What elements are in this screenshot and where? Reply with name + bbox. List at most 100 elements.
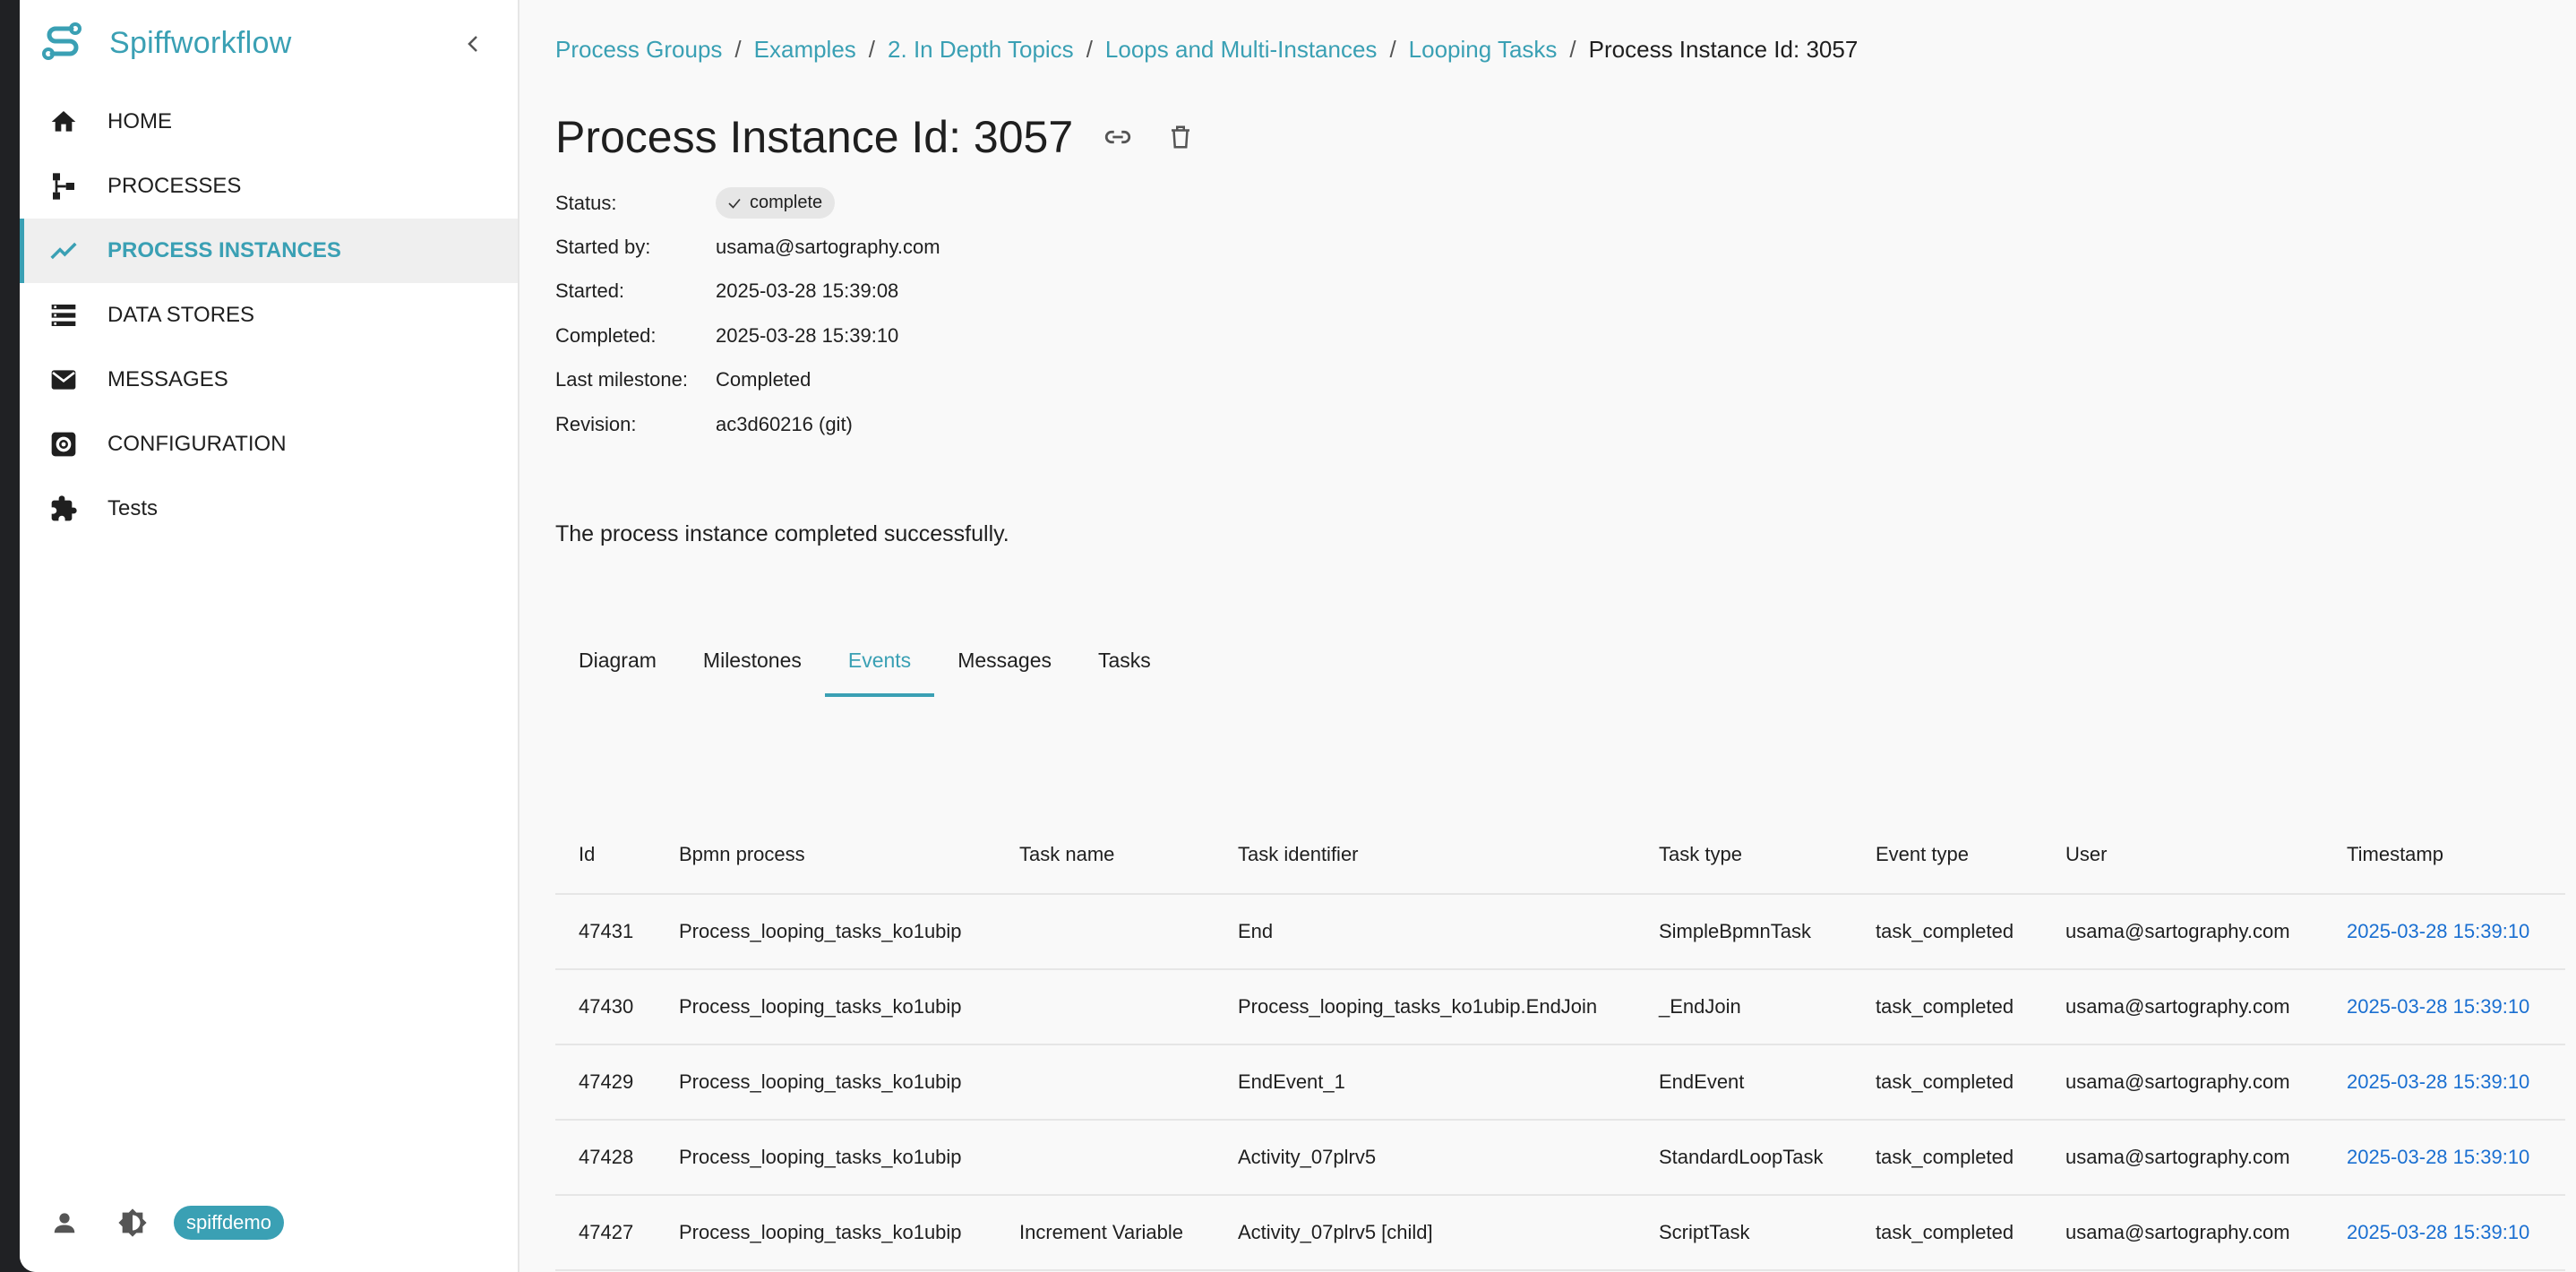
detail-label: Completed:: [555, 323, 657, 347]
tab-milestones[interactable]: Milestones: [680, 629, 825, 697]
spiffworkflow-logo-icon: [42, 22, 82, 60]
puzzle-icon: [48, 494, 79, 524]
table-row[interactable]: 47429 Process_looping_tasks_ko1ubip EndE…: [555, 1044, 2565, 1121]
sidebar-item-label: CONFIGURATION: [107, 432, 287, 456]
breadcrumb-current: Process Instance Id: 3057: [1588, 36, 1859, 63]
detail-label: Started:: [555, 279, 625, 303]
cell-user: usama@sartography.com: [2042, 894, 2323, 970]
cell-task-identifier: Activity_07plrv5 [child]: [1215, 1195, 1636, 1271]
completion-message: The process instance completed successfu…: [555, 521, 1009, 546]
detail-label: Last milestone:: [555, 368, 688, 391]
sidebar-item-tests[interactable]: Tests: [20, 477, 518, 541]
page-title: Process Instance Id: 3057: [555, 112, 1074, 162]
storage-icon: [48, 300, 79, 331]
trash-icon[interactable]: [1163, 119, 1198, 155]
cell-task-type: SimpleBpmnTask: [1636, 894, 1852, 970]
brand[interactable]: Spiffworkflow: [20, 0, 518, 86]
events-table: Id Bpmn process Task name Task identifie…: [555, 815, 2565, 1271]
person-icon[interactable]: [48, 1207, 81, 1239]
cell-user: usama@sartography.com: [2042, 1044, 2323, 1121]
cell-timestamp-link[interactable]: 2025-03-28 15:39:10: [2323, 894, 2565, 970]
table-header-row: Id Bpmn process Task name Task identifie…: [555, 815, 2565, 895]
cell-event-type: task_completed: [1852, 969, 2042, 1045]
cell-id: 47427: [555, 1195, 656, 1271]
cell-timestamp-link[interactable]: 2025-03-28 15:39:10: [2323, 1120, 2565, 1196]
tab-tasks[interactable]: Tasks: [1075, 629, 1174, 697]
cell-user: usama@sartography.com: [2042, 969, 2323, 1045]
home-icon: [48, 107, 79, 137]
collapse-sidebar-button[interactable]: [453, 23, 494, 64]
cell-id: 47431: [555, 894, 656, 970]
main-content: Process Groups / Examples/2. In Depth Topi…: [519, 0, 2576, 1272]
sidebar-item-label: PROCESSES: [107, 174, 242, 198]
sidebar-item-messages[interactable]: MESSAGES: [20, 348, 518, 412]
cell-timestamp-link[interactable]: 2025-03-28 15:39:10: [2323, 1195, 2565, 1271]
user-badge[interactable]: spiffdemo: [174, 1206, 284, 1240]
column-header-timestamp[interactable]: Timestamp: [2323, 815, 2565, 895]
detail-label: Status:: [555, 191, 617, 214]
tab-events[interactable]: Events: [824, 629, 935, 697]
settings-box-icon: [48, 429, 79, 460]
cell-task-type: EndEvent: [1636, 1044, 1852, 1121]
trending-line-icon: [48, 236, 79, 266]
cell-id: 47428: [555, 1120, 656, 1196]
cell-timestamp-link[interactable]: 2025-03-28 15:39:10: [2323, 1044, 2565, 1121]
table-row[interactable]: 47428 Process_looping_tasks_ko1ubip Acti…: [555, 1120, 2565, 1196]
cell-task-name: [996, 1120, 1215, 1196]
check-icon: [726, 195, 743, 211]
status-badge: complete: [716, 187, 836, 219]
status-value: complete: [750, 193, 823, 213]
breadcrumb-link-process-groups[interactable]: Process Groups: [555, 36, 722, 63]
column-header-id[interactable]: Id: [555, 815, 656, 895]
cell-id: 47429: [555, 1044, 656, 1121]
column-header-bpmn-process[interactable]: Bpmn process: [656, 815, 996, 895]
sidebar-item-label: PROCESS INSTANCES: [107, 238, 341, 262]
breadcrumb-link-loops[interactable]: Loops and Multi-Instances: [1105, 36, 1378, 63]
cell-bpmn-process: Process_looping_tasks_ko1ubip: [656, 969, 996, 1045]
table-row[interactable]: 47431 Process_looping_tasks_ko1ubip End …: [555, 894, 2565, 970]
sidebar: Spiffworkflow HOME PROCESSES PROCESS INS…: [20, 0, 519, 1272]
link-icon[interactable]: [1100, 119, 1136, 155]
cell-task-identifier: EndEvent_1: [1215, 1044, 1636, 1121]
tab-diagram[interactable]: Diagram: [555, 629, 680, 697]
sidebar-item-label: DATA STORES: [107, 303, 255, 327]
process-tree-icon: [48, 171, 79, 202]
detail-value: 2025-03-28 15:39:08: [716, 279, 899, 303]
sidebar-item-home[interactable]: HOME: [20, 90, 518, 154]
sidebar-nav: HOME PROCESSES PROCESS INSTANCES DATA ST…: [20, 90, 518, 541]
breadcrumb-link-looping-tasks[interactable]: Looping Tasks: [1409, 36, 1558, 63]
column-header-task-identifier[interactable]: Task identifier: [1215, 815, 1636, 895]
column-header-task-name[interactable]: Task name: [996, 815, 1215, 895]
cell-timestamp-link[interactable]: 2025-03-28 15:39:10: [2323, 969, 2565, 1045]
detail-row-milestone: Last milestone: Completed: [555, 358, 940, 402]
cell-id: 47430: [555, 969, 656, 1045]
cell-task-type: StandardLoopTask: [1636, 1120, 1852, 1196]
table-row[interactable]: 47427 Process_looping_tasks_ko1ubip Incr…: [555, 1195, 2565, 1271]
instance-details: Status: complete Started by: usama@sarto…: [555, 181, 940, 446]
cell-bpmn-process: Process_looping_tasks_ko1ubip: [656, 894, 996, 970]
cell-task-name: [996, 1044, 1215, 1121]
sidebar-footer: spiffdemo: [48, 1206, 284, 1240]
cell-task-identifier: End: [1215, 894, 1636, 970]
cell-event-type: task_completed: [1852, 1044, 2042, 1121]
cell-user: usama@sartography.com: [2042, 1120, 2323, 1196]
detail-value: ac3d60216 (git): [716, 412, 853, 435]
cell-task-name: [996, 969, 1215, 1045]
cell-task-identifier: Process_looping_tasks_ko1ubip.EndJoin: [1215, 969, 1636, 1045]
tab-messages[interactable]: Messages: [934, 629, 1075, 697]
detail-row-status: Status: complete: [555, 181, 940, 225]
column-header-task-type[interactable]: Task type: [1636, 815, 1852, 895]
cell-task-type: ScriptTask: [1636, 1195, 1852, 1271]
sidebar-item-processes[interactable]: PROCESSES: [20, 154, 518, 219]
breadcrumb: Process Groups / Examples/2. In Depth Topi…: [555, 36, 1859, 63]
sidebar-item-process-instances[interactable]: PROCESS INSTANCES: [20, 219, 518, 283]
brightness-icon[interactable]: [116, 1207, 149, 1239]
sidebar-item-configuration[interactable]: CONFIGURATION: [20, 412, 518, 477]
breadcrumb-link-in-depth-topics[interactable]: 2. In Depth Topics: [888, 36, 1074, 63]
column-header-event-type[interactable]: Event type: [1852, 815, 2042, 895]
column-header-user[interactable]: User: [2042, 815, 2323, 895]
cell-user: usama@sartography.com: [2042, 1195, 2323, 1271]
sidebar-item-data-stores[interactable]: DATA STORES: [20, 283, 518, 348]
breadcrumb-link-examples[interactable]: Examples: [754, 36, 856, 63]
table-row[interactable]: 47430 Process_looping_tasks_ko1ubip Proc…: [555, 969, 2565, 1045]
